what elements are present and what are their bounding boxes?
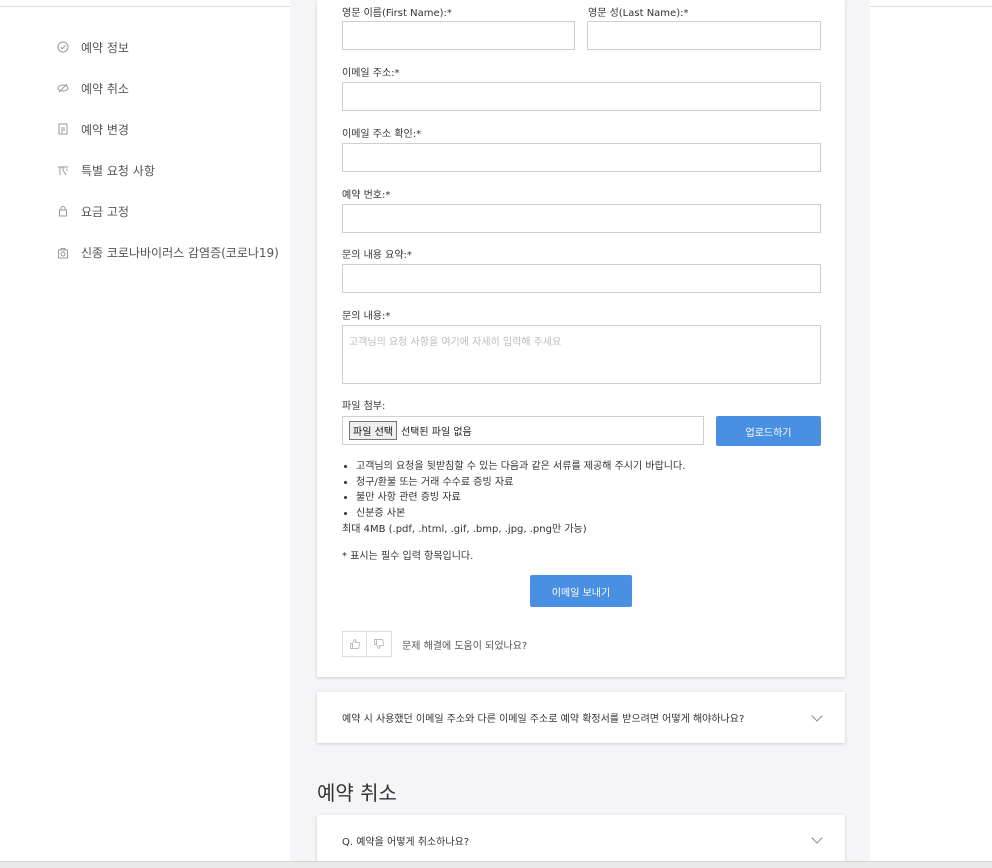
sidebar-item-modification[interactable]: 예약 변경: [56, 122, 286, 138]
max-file-size-note: 최대 4MB (.pdf, .html, .gif, .bmp, .jpg, .…: [342, 524, 587, 535]
booking-number-input[interactable]: [342, 204, 821, 233]
sidebar-item-label: 예약 변경: [81, 123, 129, 137]
feedback-bar: 문제 해결에 도움이 되었나요?: [342, 631, 527, 657]
sidebar-item-label: 특별 요청 사항: [81, 164, 155, 178]
feedback-question: 문제 해결에 도움이 되었나요?: [402, 640, 528, 652]
booking-number-label: 예약 번호:*: [342, 190, 391, 201]
sidebar-item-label: 요금 고정: [81, 205, 129, 219]
faq-item[interactable]: 예약 시 사용했던 이메일 주소와 다른 이메일 주소로 예약 확정서를 받으려…: [317, 692, 845, 743]
thumbs-up-icon[interactable]: [342, 631, 367, 657]
email-confirm-input[interactable]: [342, 143, 821, 172]
lock-icon: [56, 204, 70, 218]
sidebar-item-label: 예약 정보: [81, 41, 129, 55]
inquiry-summary-input[interactable]: [342, 264, 821, 293]
inquiry-textarea[interactable]: 고객님의 요청 사항을 여기에 자세히 입력해 주세요: [342, 325, 821, 384]
faq-item[interactable]: Q. 예약을 어떻게 취소하나요?: [317, 815, 845, 865]
chevron-down-icon: [811, 709, 823, 722]
last-name-input[interactable]: [587, 21, 821, 50]
send-email-button[interactable]: 이메일 보내기: [530, 575, 632, 607]
list-item: 불만 사항 관련 증빙 자료: [356, 490, 685, 506]
check-circle-icon: [56, 40, 70, 54]
first-name-label: 영문 이름(First Name):*: [342, 8, 452, 19]
sidebar-item-cancellation[interactable]: 예약 취소: [56, 81, 286, 97]
cancel-icon: [56, 81, 70, 95]
list-item: 청구/환불 또는 거래 수수료 증빙 자료: [356, 475, 685, 491]
attachment-label: 파일 첨부:: [342, 401, 386, 412]
choose-file-button[interactable]: 파일 선택: [349, 421, 397, 440]
file-input[interactable]: 파일 선택 선택된 파일 없음: [342, 416, 704, 445]
last-name-label: 영문 성(Last Name):*: [588, 8, 689, 19]
list-item: 신분증 사본: [356, 506, 685, 522]
email-confirm-label: 이메일 주소 확인:*: [342, 129, 422, 140]
inquiry-label: 문의 내용:*: [342, 311, 391, 322]
sidebar-item-label: 신종 코로나바이러스 감염증(코로나19): [81, 246, 279, 260]
virus-icon: [56, 246, 70, 260]
sidebar-item-label: 예약 취소: [81, 82, 129, 96]
sidebar-item-booking-info[interactable]: 예약 정보: [56, 40, 286, 56]
first-name-input[interactable]: [342, 21, 575, 50]
faq-question: 예약 시 사용했던 이메일 주소와 다른 이메일 주소로 예약 확정서를 받으려…: [342, 714, 745, 725]
special-request-icon: [56, 163, 70, 177]
email-input[interactable]: [342, 82, 821, 111]
required-fields-note: * 표시는 필수 입력 항목입니다.: [342, 551, 474, 562]
list-item: 고객님의 요청을 뒷받침할 수 있는 다음과 같은 서류를 제공해 주시기 바랍…: [356, 459, 685, 475]
thumbs-down-icon[interactable]: [367, 631, 392, 657]
chevron-down-icon: [811, 832, 823, 844]
inquiry-summary-label: 문의 내용 요약:*: [342, 250, 412, 261]
section-title: 예약 취소: [317, 781, 397, 805]
sidebar-item-special-requests[interactable]: 특별 요청 사항: [56, 163, 286, 179]
faq-question: Q. 예약을 어떻게 취소하나요?: [342, 836, 470, 848]
sidebar: 예약 정보 예약 취소 예약 변경 특별 요청 사항 요금 고정 신종 코로나바…: [56, 40, 286, 286]
upload-button[interactable]: 업로드하기: [716, 416, 821, 446]
sidebar-item-price-lock[interactable]: 요금 고정: [56, 204, 286, 220]
email-label: 이메일 주소:*: [342, 68, 400, 79]
document-edit-icon: [56, 122, 70, 136]
sidebar-item-covid19[interactable]: 신종 코로나바이러스 감염증(코로나19): [56, 245, 286, 261]
document-requirements-list: 고객님의 요청을 뒷받침할 수 있는 다음과 같은 서류를 제공해 주시기 바랍…: [342, 459, 685, 521]
no-file-text: 선택된 파일 없음: [400, 427, 472, 438]
